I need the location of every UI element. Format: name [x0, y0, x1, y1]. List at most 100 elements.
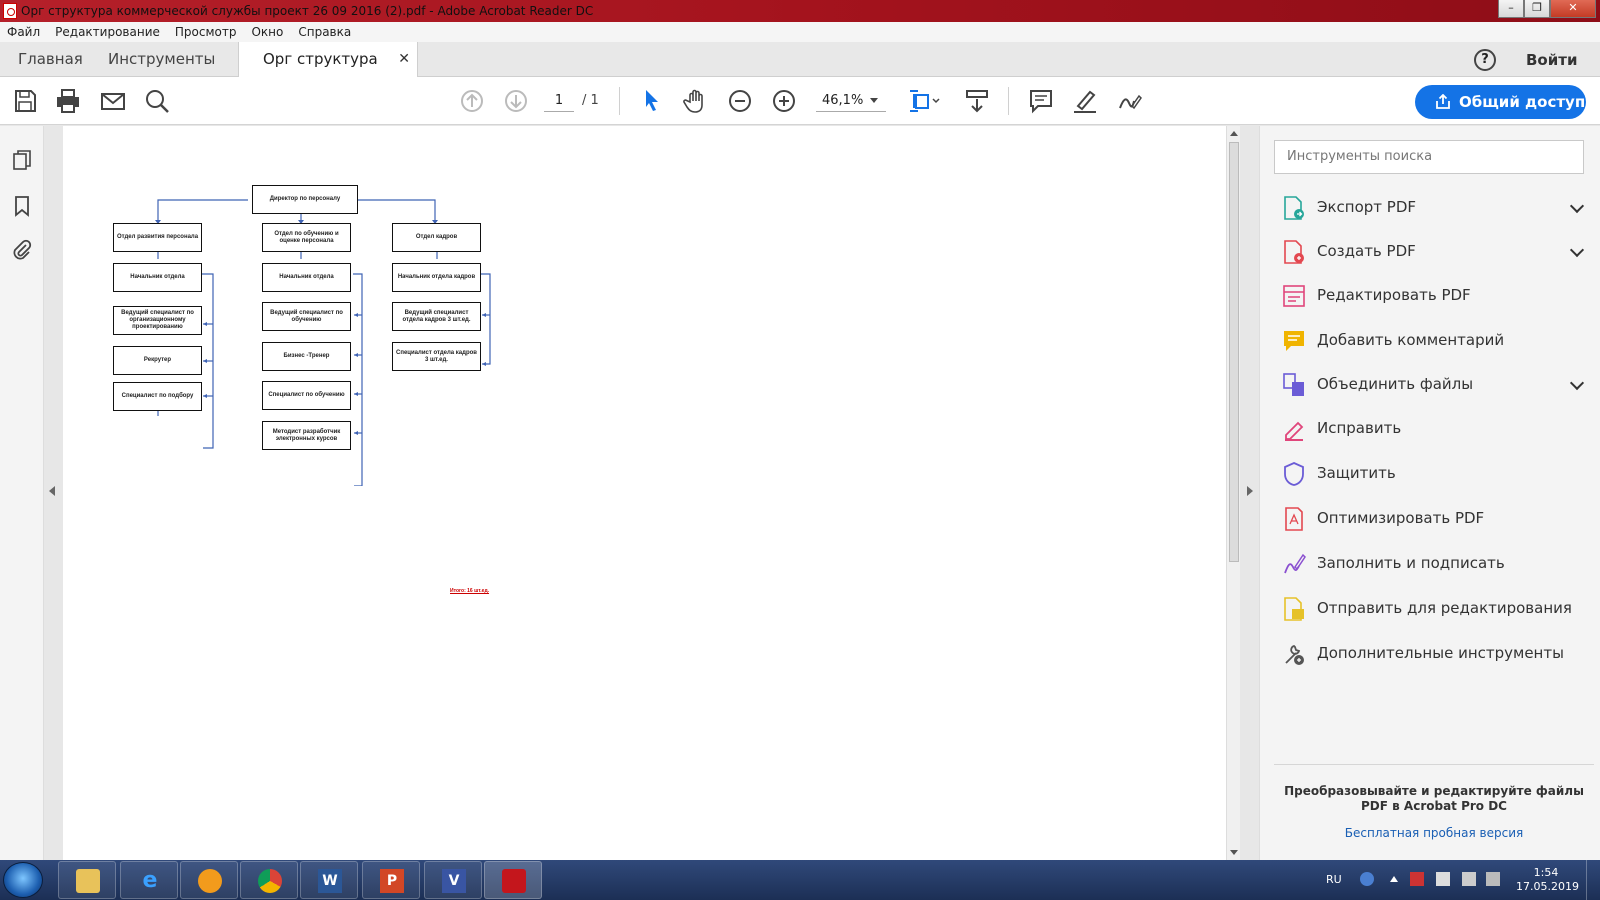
tool-combine-files[interactable]: Объединить файлы — [1282, 370, 1585, 400]
taskbar-word[interactable]: W — [300, 861, 358, 899]
tool-fill-sign[interactable]: Заполнить и подписать — [1282, 549, 1582, 579]
org-box-position: Специалист по обучению — [262, 381, 351, 410]
tool-export-pdf[interactable]: Экспорт PDF — [1282, 193, 1585, 223]
taskbar-powerpoint[interactable]: P — [362, 861, 420, 899]
toolbar: 1 / 1 46,1% Общий доступ — [0, 77, 1600, 125]
menu-help[interactable]: Справка — [298, 25, 351, 39]
tool-add-comment[interactable]: Добавить комментарий — [1282, 326, 1582, 356]
org-box-dept-head: Отдел развития персонала — [113, 223, 202, 252]
share-button[interactable]: Общий доступ — [1415, 85, 1586, 119]
system-clock[interactable]: 1:54 17.05.2019 — [1516, 866, 1579, 894]
menu-view[interactable]: Просмотр — [175, 25, 237, 39]
vertical-scrollbar[interactable] — [1226, 126, 1240, 860]
attachment-icon[interactable] — [10, 238, 34, 262]
fill-sign-icon — [1284, 553, 1306, 574]
comment-icon[interactable] — [1026, 86, 1056, 116]
menu-window[interactable]: Окно — [251, 25, 283, 39]
volume-icon[interactable] — [1462, 872, 1476, 886]
restore-button[interactable]: ❐ — [1524, 0, 1550, 18]
minimize-button[interactable]: – — [1498, 0, 1524, 18]
sign-icon[interactable] — [1114, 86, 1144, 116]
page-display-icon[interactable] — [906, 86, 942, 116]
pages-icon[interactable] — [10, 148, 34, 172]
prev-page-icon[interactable] — [457, 86, 487, 116]
window-title: Орг структура коммерческой службы проект… — [21, 4, 594, 18]
tab-close-icon[interactable]: ✕ — [398, 42, 410, 77]
taskbar-media-player[interactable] — [180, 861, 238, 899]
chevron-down-icon[interactable] — [1569, 375, 1585, 391]
toolbar-divider — [1008, 87, 1009, 115]
more-tools-icon — [1285, 644, 1304, 665]
send-for-review-icon — [1284, 597, 1304, 621]
tool-edit-pdf[interactable]: Редактировать PDF — [1282, 281, 1582, 311]
chevron-down-icon[interactable] — [1569, 198, 1585, 214]
document-page[interactable]: Директор по персоналу Отдел развития пер… — [63, 126, 1227, 860]
window-controls: – ❐ ✕ — [1498, 0, 1596, 18]
menu-edit[interactable]: Редактирование — [55, 25, 160, 39]
tools-search-input[interactable]: Инструменты поиска — [1274, 140, 1584, 174]
zoom-out-icon[interactable] — [725, 86, 755, 116]
taskbar-ie[interactable]: e — [120, 861, 178, 899]
signal-icon[interactable] — [1486, 872, 1500, 886]
org-box-position: Ведущий специалист отдела кадров 3 шт.ед… — [392, 302, 481, 331]
tool-optimize-pdf[interactable]: Оптимизировать PDF — [1282, 504, 1582, 534]
tool-label: Создать PDF — [1317, 242, 1416, 260]
tool-create-pdf[interactable]: Создать PDF — [1282, 237, 1585, 267]
tab-home[interactable]: Главная — [18, 42, 83, 77]
windows-taskbar: e W P V RU 1:54 17.05.2019 — [0, 860, 1600, 900]
edit-pdf-icon — [1283, 285, 1305, 307]
security-tray-icon[interactable] — [1410, 872, 1424, 886]
find-icon[interactable] — [142, 86, 172, 116]
close-window-button[interactable]: ✕ — [1550, 0, 1596, 18]
taskbar-chrome[interactable] — [240, 861, 298, 899]
tool-protect[interactable]: Защитить — [1282, 459, 1582, 489]
save-icon[interactable] — [10, 86, 40, 116]
panel-divider — [1274, 764, 1594, 765]
free-trial-link[interactable]: Бесплатная пробная версия — [1274, 826, 1594, 840]
collapse-right-panel-icon[interactable] — [1247, 486, 1253, 496]
internet-explorer-icon: e — [142, 868, 158, 893]
scroll-down-icon[interactable] — [1230, 850, 1238, 855]
chevron-down-icon[interactable] — [1569, 242, 1585, 258]
scrollbar-thumb[interactable] — [1229, 142, 1239, 562]
scroll-mode-icon[interactable] — [962, 86, 992, 116]
show-hidden-icons-icon[interactable] — [1390, 876, 1398, 882]
redact-icon — [1285, 421, 1304, 441]
tool-send-for-review[interactable]: Отправить для редактирования — [1282, 594, 1582, 624]
highlight-icon[interactable] — [1070, 86, 1100, 116]
tool-label: Отправить для редактирования — [1317, 599, 1572, 617]
language-indicator[interactable]: RU — [1326, 873, 1342, 886]
taskbar-explorer[interactable] — [58, 861, 116, 899]
scroll-up-icon[interactable] — [1230, 131, 1238, 136]
chevron-down-icon[interactable] — [870, 98, 878, 103]
email-icon[interactable] — [98, 86, 128, 116]
taskbar-visio[interactable]: V — [424, 861, 482, 899]
network-tray-icon[interactable] — [1436, 872, 1450, 886]
start-button[interactable] — [3, 862, 43, 898]
org-box-dept-head: Отдел кадров — [392, 223, 481, 252]
tool-more-tools[interactable]: Дополнительные инструменты — [1282, 639, 1582, 669]
tool-redact[interactable]: Исправить — [1282, 414, 1582, 444]
help-button[interactable]: ? — [1474, 49, 1496, 71]
org-box-position: Ведущий специалист по организационному п… — [113, 306, 202, 335]
share-label: Общий доступ — [1459, 93, 1586, 111]
print-icon[interactable] — [53, 86, 83, 116]
taskbar-acrobat[interactable] — [484, 861, 542, 899]
menu-file[interactable]: Файл — [7, 25, 40, 39]
login-button[interactable]: Войти — [1526, 51, 1577, 69]
select-cursor-icon[interactable] — [637, 86, 667, 116]
page-number-input[interactable]: 1 — [544, 90, 574, 112]
acrobat-app-icon — [3, 3, 17, 19]
bookmark-icon[interactable] — [10, 194, 34, 218]
help-tray-icon[interactable] — [1360, 872, 1374, 886]
zoom-in-icon[interactable] — [769, 86, 799, 116]
promo-text: Преобразовывайте и редактируйте файлы PD… — [1284, 784, 1584, 813]
tab-document[interactable]: Орг структура ком... ✕ — [238, 42, 418, 103]
next-page-icon[interactable] — [501, 86, 531, 116]
hand-tool-icon[interactable] — [681, 86, 711, 116]
menu-bar: Файл Редактирование Просмотр Окно Справк… — [0, 22, 1600, 42]
org-box-position: Начальник отдела кадров — [392, 263, 481, 292]
collapse-left-panel-icon[interactable] — [49, 486, 55, 496]
tab-tools[interactable]: Инструменты — [108, 42, 215, 77]
show-desktop-button[interactable] — [1586, 860, 1600, 900]
